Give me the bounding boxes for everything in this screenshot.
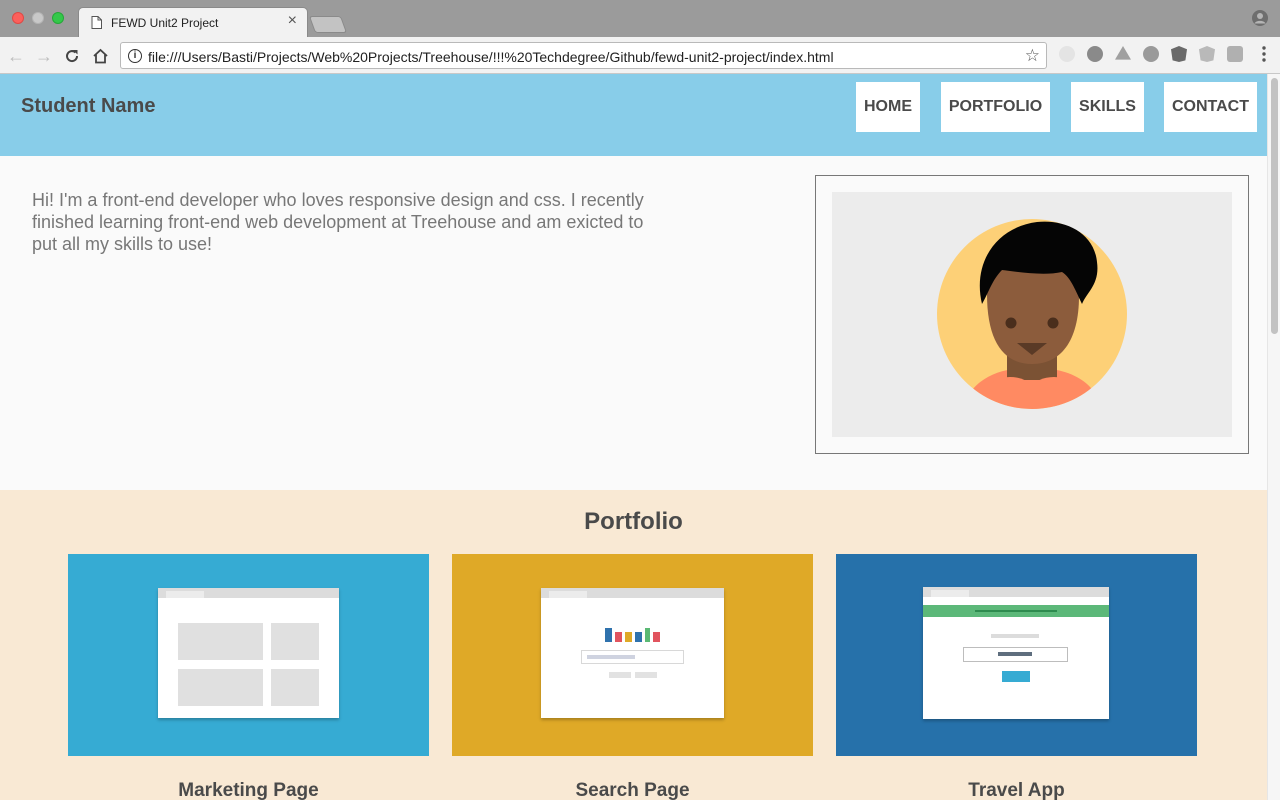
info-icon[interactable]: i (128, 49, 142, 63)
window-minimize-button[interactable] (32, 12, 44, 24)
portfolio-card-title[interactable]: Marketing Page (68, 780, 429, 800)
window-close-button[interactable] (12, 12, 24, 24)
new-tab-button[interactable] (308, 16, 348, 33)
nav-portfolio-link[interactable]: PORTFOLIO (941, 82, 1050, 132)
menu-icon[interactable] (1262, 46, 1266, 62)
scrollbar-thumb[interactable] (1271, 78, 1278, 334)
browser-tab[interactable]: FEWD Unit2 Project × (78, 7, 308, 37)
marketing-page-thumbnail (158, 588, 339, 718)
extension-icon[interactable] (1171, 46, 1187, 62)
avatar (937, 219, 1127, 409)
back-icon[interactable]: ← (6, 46, 26, 66)
scrollbar[interactable] (1267, 74, 1280, 800)
window-maximize-button[interactable] (52, 12, 64, 24)
travel-app-thumbnail (923, 587, 1109, 719)
url-text: file:///Users/Basti/Projects/Web%20Proje… (148, 49, 834, 65)
extension-icon[interactable] (1143, 46, 1159, 62)
extension-icon[interactable] (1059, 46, 1075, 62)
avatar-frame (815, 175, 1249, 454)
extension-icon[interactable] (1199, 46, 1215, 62)
portfolio-title: Portfolio (584, 508, 683, 535)
nav-contact-link[interactable]: CONTACT (1164, 82, 1257, 132)
web-page: Student Name HOME PORTFOLIO SKILLS CONTA… (0, 74, 1267, 800)
star-icon[interactable]: ☆ (1025, 46, 1040, 66)
nav-home-link[interactable]: HOME (856, 82, 920, 132)
address-bar[interactable]: i file:///Users/Basti/Projects/Web%20Pro… (120, 42, 1047, 69)
extension-icon[interactable] (1087, 46, 1103, 62)
profile-icon[interactable] (1252, 10, 1268, 26)
close-icon[interactable]: × (288, 13, 297, 29)
avatar-background (832, 192, 1232, 437)
tab-title: FEWD Unit2 Project (111, 16, 219, 30)
portfolio-card-travel[interactable] (836, 554, 1197, 756)
portfolio-section: Portfolio Marketing Page Search Page Tra… (0, 490, 1267, 800)
portfolio-card-title[interactable]: Travel App (836, 780, 1197, 800)
extension-icon[interactable] (1227, 46, 1243, 62)
site-header: Student Name HOME PORTFOLIO SKILLS CONTA… (0, 74, 1267, 156)
document-icon (91, 16, 102, 29)
reload-icon[interactable] (62, 46, 82, 66)
browser-titlebar: FEWD Unit2 Project × (0, 0, 1280, 37)
home-icon[interactable] (90, 46, 110, 66)
portfolio-card-search[interactable] (452, 554, 813, 756)
portfolio-card-marketing[interactable] (68, 554, 429, 756)
site-name: Student Name (21, 95, 156, 117)
nav-skills-link[interactable]: SKILLS (1071, 82, 1144, 132)
intro-text: Hi! I'm a front-end developer who loves … (32, 190, 644, 254)
forward-icon[interactable]: → (34, 46, 54, 66)
search-page-thumbnail (541, 588, 724, 718)
portfolio-card-title[interactable]: Search Page (452, 780, 813, 800)
